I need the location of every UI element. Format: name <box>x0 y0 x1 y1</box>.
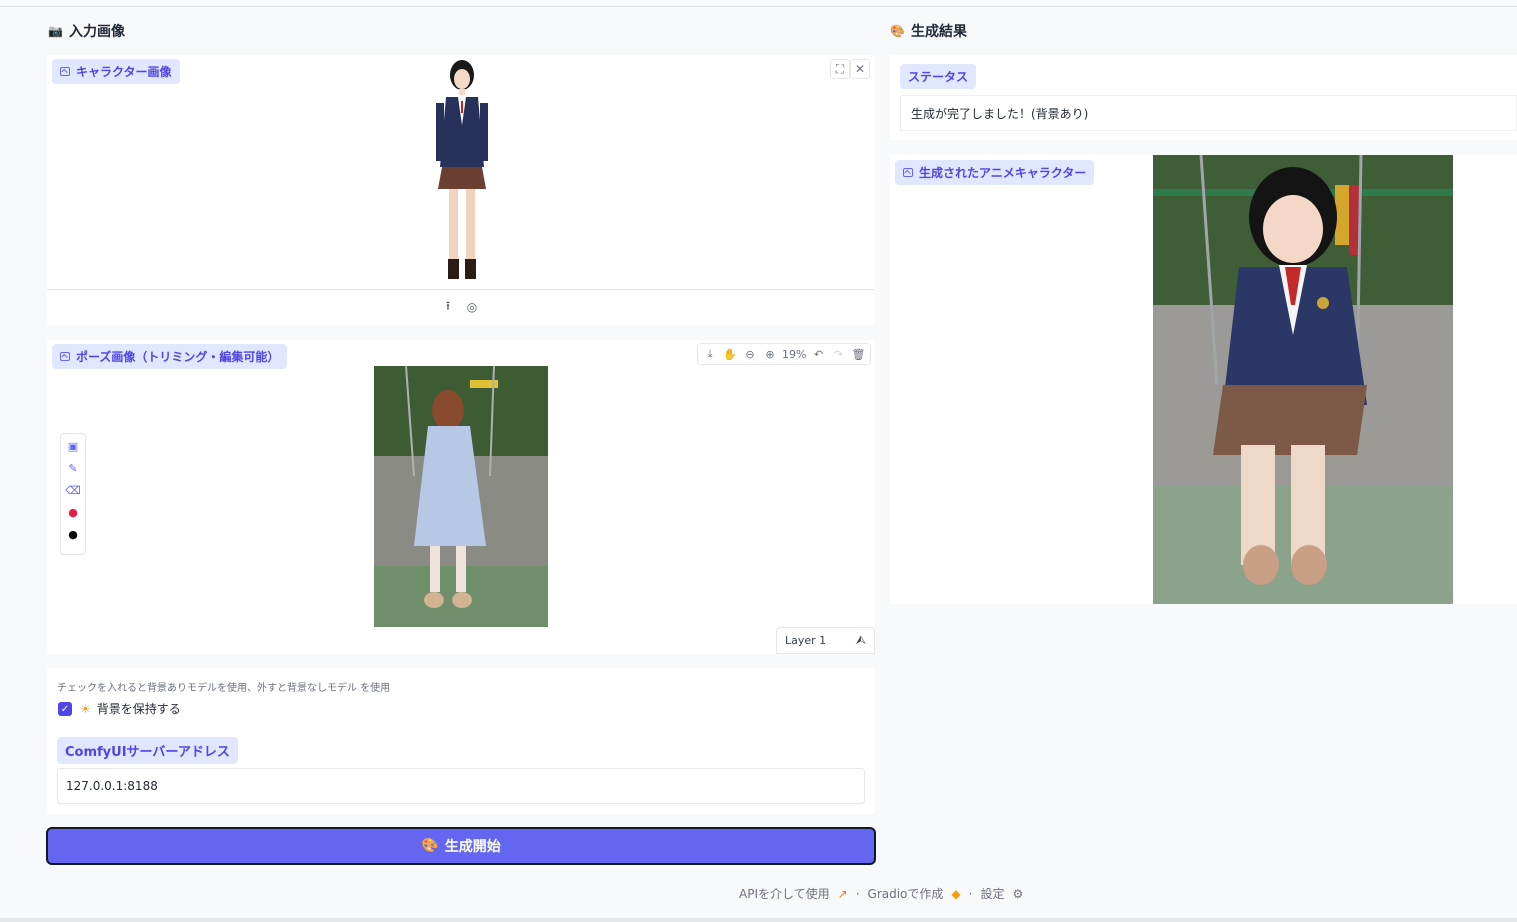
status-output: 生成が完了しました！(背景あり) <box>900 95 1517 131</box>
layer-select-value: Layer 1 <box>785 634 827 647</box>
footer-separator: · <box>855 886 860 901</box>
undo-icon[interactable]: ↶ <box>810 345 826 363</box>
character-image-label: キャラクター画像 <box>52 59 180 84</box>
character-image <box>422 55 502 289</box>
result-section-title-text: 生成結果 <box>910 24 967 40</box>
options-panel: チェックを入れると背景ありモデルを使用、外すと背景なしモデル を使用 ✓ ☀ 背… <box>47 668 875 814</box>
result-image <box>1153 155 1453 604</box>
server-address-label: ComfyUIサーバーアドレス <box>57 737 238 764</box>
color-palette-icon[interactable]: ● <box>65 504 81 520</box>
keep-background-hint: チェックを入れると背景ありモデルを使用、外すと背景なしモデル を使用 <box>57 683 391 694</box>
bottom-divider <box>0 918 1517 922</box>
gear-icon: ⚙ <box>1012 886 1024 901</box>
status-output-text: 生成が完了しました！(背景あり) <box>911 106 1089 121</box>
sun-icon: ☀ <box>80 701 91 716</box>
download-icon[interactable]: ⤓ <box>702 345 718 363</box>
redo-icon[interactable]: ↷ <box>830 345 846 363</box>
eraser-icon[interactable]: ⌫ <box>65 482 81 498</box>
status-label: ステータス <box>900 64 977 89</box>
camera-icon: 📷 <box>48 24 63 38</box>
editor-side-tools: ▣ ✎ ⌫ ● ● <box>60 433 86 555</box>
pose-image-label: ポーズ画像（トリミング・編集可能） <box>52 344 288 369</box>
keep-background-label-text: 背景を保持する <box>96 702 181 716</box>
zoom-out-icon[interactable]: ⊖ <box>742 345 758 363</box>
upload-icon[interactable]: ⭱ <box>438 297 458 317</box>
generate-button[interactable]: 🎨 生成開始 <box>46 827 876 865</box>
footer: APIを介して使用 ↗ · Gradioで作成 ◆ · 設定 ⚙ <box>739 885 1023 902</box>
pose-image-label-text: ポーズ画像（トリミング・編集可能） <box>76 350 280 364</box>
webcam-icon[interactable]: ◎ <box>462 297 482 317</box>
top-divider <box>0 6 1517 7</box>
palette-icon: 🎨 <box>421 838 439 854</box>
generate-button-label: 生成開始 <box>444 839 501 855</box>
result-image-label-text: 生成されたアニメキャラクター <box>919 166 1087 180</box>
server-address-input[interactable]: 127.0.0.1:8188 <box>57 768 865 804</box>
input-section-title-text: 入力画像 <box>68 24 125 40</box>
server-address-label-text: ComfyUIサーバーアドレス <box>65 745 230 760</box>
close-icon[interactable]: ✕ <box>850 59 870 79</box>
footer-settings-link[interactable]: 設定 <box>980 885 1004 902</box>
image-icon <box>60 352 70 361</box>
zoom-level: 19% <box>782 347 807 361</box>
character-image-label-text: キャラクター画像 <box>76 65 172 79</box>
brush-icon[interactable]: ✎ <box>65 460 81 476</box>
rocket-icon: ↗ <box>837 886 848 901</box>
footer-gradio-link[interactable]: Gradioで作成 <box>868 885 944 902</box>
trash-icon[interactable]: 🗑 <box>850 345 866 363</box>
pose-image <box>374 366 548 627</box>
zoom-in-icon[interactable]: ⊕ <box>762 345 778 363</box>
image-icon <box>903 168 913 177</box>
status-label-text: ステータス <box>908 70 969 84</box>
color-black-icon[interactable]: ● <box>65 526 81 542</box>
footer-separator: · <box>968 886 973 901</box>
palette-icon: 🎨 <box>890 24 905 38</box>
layers-icon: ⮙ <box>855 633 866 647</box>
character-image-panel: キャラクター画像 ⛶ ✕ ⭱ ◎ <box>47 55 875 325</box>
image-editor-toolbar: ⤓ ✋ ⊖ ⊕ 19% ↶ ↷ 🗑 <box>697 343 872 365</box>
pan-hand-icon[interactable]: ✋ <box>722 345 738 363</box>
layer-select[interactable]: Layer 1 ⮙ <box>776 627 875 654</box>
server-address-value: 127.0.0.1:8188 <box>66 779 158 793</box>
result-section-title: 🎨 生成結果 <box>890 21 967 41</box>
keep-background-checkbox[interactable]: ✓ <box>58 702 72 716</box>
result-image-label: 生成されたアニメキャラクター <box>895 160 1095 185</box>
fullscreen-icon[interactable]: ⛶ <box>830 59 850 79</box>
gradio-logo-icon: ◆ <box>951 886 961 901</box>
image-icon <box>60 67 70 76</box>
image-tool-icon[interactable]: ▣ <box>65 438 81 454</box>
result-image-panel: 生成されたアニメキャラクター <box>890 155 1517 604</box>
pose-image-panel: ポーズ画像（トリミング・編集可能） ⤓ ✋ ⊖ ⊕ 19% ↶ ↷ 🗑 ▣ ✎ … <box>47 340 875 654</box>
keep-background-label[interactable]: ☀ 背景を保持する <box>80 700 181 717</box>
status-panel: ステータス 生成が完了しました！(背景あり) <box>890 55 1517 140</box>
input-section-title: 📷 入力画像 <box>48 21 125 41</box>
footer-api-link[interactable]: APIを介して使用 <box>739 885 830 902</box>
character-divider <box>47 289 875 290</box>
